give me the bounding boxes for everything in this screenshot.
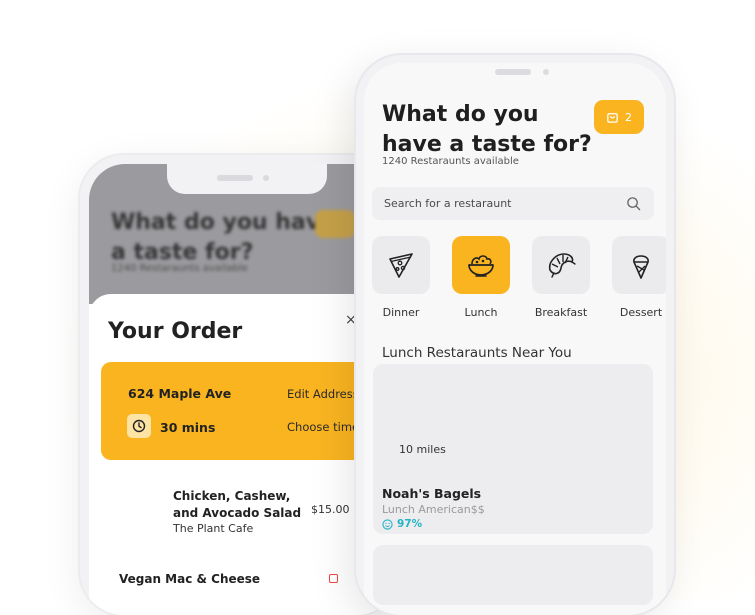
delivery-card: 624 Maple Ave Edit Address 30 mins Choos…	[101, 362, 371, 460]
category-label: Breakfast	[534, 306, 588, 319]
search-icon[interactable]	[626, 196, 641, 211]
rating-value: 97%	[397, 518, 423, 530]
section-title: Lunch Restaraunts Near You	[382, 345, 572, 361]
cart-button[interactable]: 2	[594, 100, 644, 134]
restaurant-rating: 97%	[382, 518, 422, 530]
close-icon[interactable]: ×	[345, 312, 357, 328]
back-phone-screen: What do you have a taste for? 1240 Resta…	[89, 164, 391, 615]
edit-address-link[interactable]: Edit Address	[287, 387, 359, 401]
page-title: What do you have a taste for?	[382, 102, 592, 157]
restaurant-card-2[interactable]	[373, 545, 653, 605]
category-label: Dinner	[382, 306, 420, 319]
delivery-time: 30 mins	[160, 420, 216, 435]
delivery-address: 624 Maple Ave	[128, 386, 232, 401]
back-notch	[167, 164, 327, 194]
front-phone: What do you have a taste for? 1240 Resta…	[356, 55, 674, 615]
order-title: Your Order	[108, 319, 243, 344]
front-phone-screen: What do you have a taste for? 1240 Resta…	[364, 63, 666, 615]
cart-count: 2	[625, 110, 632, 124]
order-item-restaurant: The Plant Cafe	[173, 522, 254, 535]
order-item-name: Chicken, Cashew, and Avocado Salad	[173, 489, 302, 520]
category-label: Lunch	[464, 306, 498, 319]
smiley-icon	[382, 518, 393, 530]
clock-icon	[127, 414, 151, 438]
order-item-price: $15.00	[311, 503, 350, 516]
ice-cream-icon	[633, 255, 649, 279]
category-breakfast[interactable]: Breakfast	[521, 236, 601, 319]
order-item-2-name: Vegan Mac & Cheese	[119, 572, 261, 586]
pizza-icon	[389, 253, 413, 278]
choose-time-link[interactable]: Choose time	[287, 420, 359, 434]
restaurant-count: 1240 Restaraunts available	[382, 156, 519, 167]
category-dessert[interactable]: Dessert	[601, 236, 666, 319]
back-header-subtitle: 1240 Restaraunts available	[111, 263, 248, 274]
category-list: Dinner Lunch Breakfast Dessert	[364, 236, 666, 326]
restaurant-distance: 10 miles	[399, 443, 446, 456]
category-lunch[interactable]: Lunch	[441, 236, 521, 319]
remove-item-icon[interactable]	[329, 574, 338, 583]
croissant-icon	[548, 253, 576, 278]
category-dinner[interactable]: Dinner	[364, 236, 441, 319]
category-label: Dessert	[619, 306, 663, 319]
restaurant-name: Noah's Bagels	[382, 486, 482, 501]
shopping-bag-icon	[607, 112, 618, 123]
back-cart-button	[315, 210, 355, 238]
restaurant-card[interactable]: 10 miles Noah's Bagels Lunch American$$ …	[373, 364, 653, 534]
search-input[interactable]	[372, 187, 654, 220]
salad-bowl-icon	[468, 255, 494, 277]
back-phone: What do you have a taste for? 1240 Resta…	[80, 155, 400, 615]
restaurant-tags: Lunch American$$	[382, 503, 485, 516]
